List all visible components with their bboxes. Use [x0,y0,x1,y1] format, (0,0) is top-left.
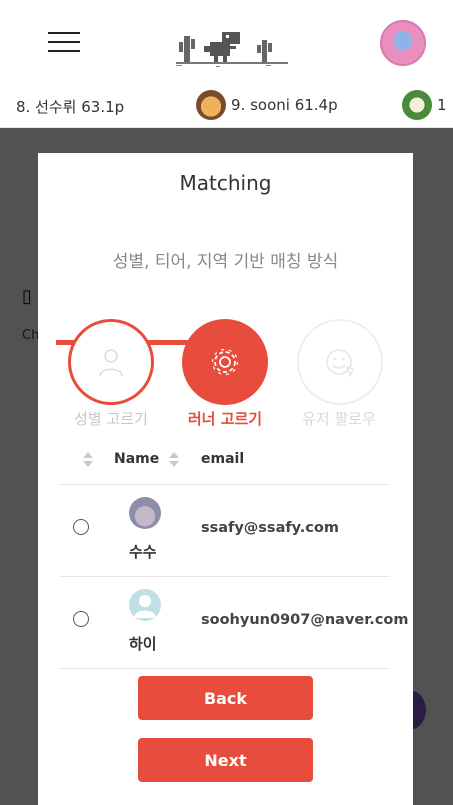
user-name: 수수 [129,543,157,561]
user-email: soohyun0907@naver.com [201,612,409,628]
user-avatar[interactable] [380,20,426,66]
ranking-ticker: 8. 선수뤼 63.1p 9. sooni 61.4p 1 [0,84,453,128]
step-gender[interactable] [68,319,154,405]
step-label: 유저 팔로우 [302,410,376,428]
person-icon [99,349,123,377]
step-label: 러너 고르기 [187,410,263,428]
matching-modal: Matching 성별, 티어, 지역 기반 매칭 방식 성별 고르기 러너 고… [38,153,413,805]
modal-description: 성별, 티어, 지역 기반 매칭 방식 [112,252,339,272]
ranking-avatar [402,90,432,120]
column-header-name[interactable]: Name [114,451,159,467]
column-header-email: email [201,451,245,467]
avatar [129,589,161,621]
hamburger-icon[interactable] [48,32,80,52]
step-label: 성별 고르기 [74,410,148,428]
sort-icon[interactable] [169,452,179,468]
modal-title: Matching [179,171,272,195]
ranking-item: 8. 선수뤼 63.1p [16,98,125,116]
row-select-radio[interactable] [73,611,89,627]
sort-icon[interactable] [83,452,93,468]
app-header [0,0,453,84]
back-button[interactable]: Back [138,676,313,720]
ranking-item: 1 [437,96,447,114]
dino-logo-icon[interactable] [176,28,288,72]
table-divider [60,576,390,577]
table-divider [60,484,390,485]
gear-icon [211,348,239,376]
smile-icon [326,349,354,378]
row-select-radio[interactable] [73,519,89,535]
avatar [129,497,161,529]
user-email: ssafy@ssafy.com [201,520,339,536]
table-divider [60,668,390,669]
step-runner[interactable] [182,319,268,405]
default-user-icon [134,595,156,618]
step-follow[interactable] [297,319,383,405]
next-button[interactable]: Next [138,738,313,782]
user-name: 하이 [129,635,157,653]
ranking-item: 9. sooni 61.4p [231,96,338,114]
ranking-avatar [196,90,226,120]
